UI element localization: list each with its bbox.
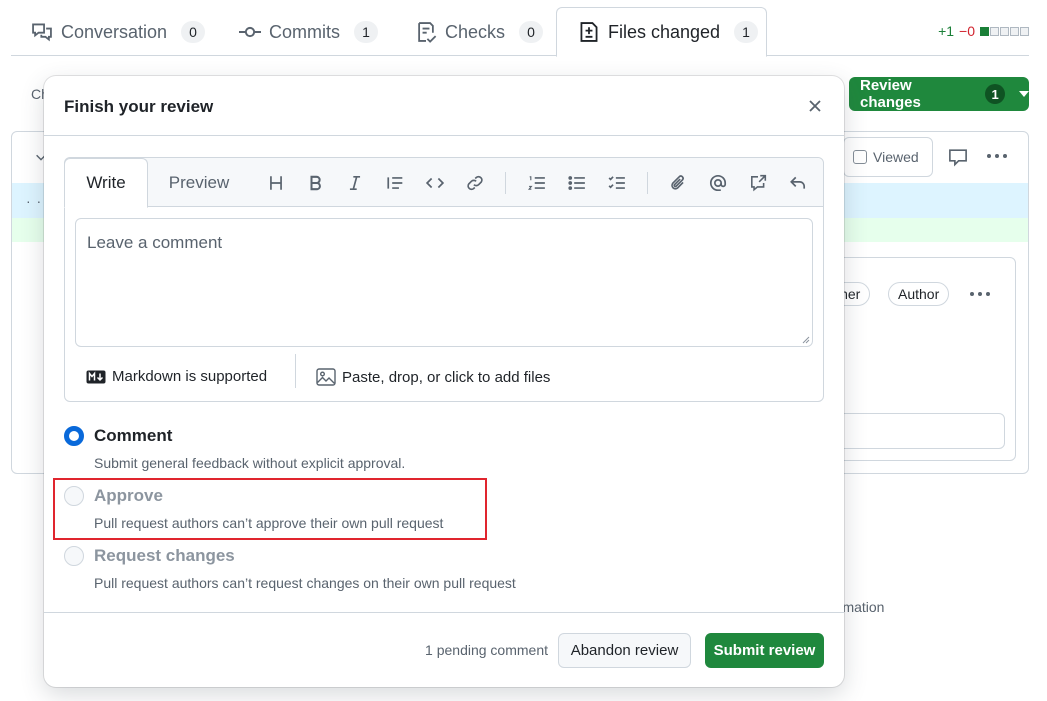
- diffstat-blocks: [980, 26, 1029, 36]
- option-request-changes-description: Pull request authors can’t request chang…: [94, 575, 516, 591]
- tab-conversation[interactable]: Conversation 0: [31, 8, 206, 56]
- toolbar-divider: [647, 172, 648, 194]
- viewed-checkbox[interactable]: Viewed: [843, 137, 933, 177]
- cross-reference-button[interactable]: [746, 171, 770, 195]
- resize-handle-icon[interactable]: [802, 336, 810, 344]
- tab-label: Checks: [445, 21, 506, 42]
- dialog-footer: 1 pending comment Abandon review Submit …: [44, 612, 844, 687]
- tab-label: Commits: [269, 21, 340, 42]
- markdown-link[interactable]: Markdown is supported: [86, 368, 267, 385]
- review-changes-button[interactable]: Review changes 1: [849, 77, 1029, 111]
- list-unordered-icon: [568, 176, 585, 190]
- dialog-header: Finish your review: [44, 76, 844, 136]
- markdown-icon: [86, 370, 106, 383]
- review-changes-count: 1: [985, 84, 1005, 104]
- dialog-title: Finish your review: [64, 97, 214, 116]
- list-ordered-icon: [528, 176, 545, 190]
- diffstat-additions: +1: [938, 23, 955, 39]
- tab-write[interactable]: Write: [64, 158, 148, 208]
- finish-review-dialog: Finish your review Write Preview Leave a…: [44, 76, 844, 687]
- viewed-label: Viewed: [873, 149, 919, 165]
- unordered-list-button[interactable]: [565, 171, 589, 195]
- link-icon: [467, 175, 483, 191]
- bold-icon: [310, 175, 321, 191]
- tab-label: Conversation: [61, 21, 168, 42]
- mention-button[interactable]: [706, 171, 730, 195]
- toolbar-divider: [505, 172, 506, 194]
- tab-count: 0: [519, 21, 544, 43]
- tab-files-changed[interactable]: Files changed 1: [556, 7, 767, 57]
- tab-checks[interactable]: Checks 0: [415, 8, 544, 56]
- pending-comment-count: 1 pending comment: [425, 642, 548, 658]
- tab-count: 1: [734, 21, 759, 43]
- markdown-note: Markdown is supported: [112, 368, 268, 385]
- heading-button[interactable]: [264, 171, 288, 195]
- saved-replies-button[interactable]: [786, 171, 810, 195]
- quote-button[interactable]: [383, 171, 407, 195]
- tasklist-icon: [608, 176, 625, 189]
- quote-icon: [387, 177, 403, 189]
- close-button[interactable]: [804, 95, 826, 117]
- mention-icon: [709, 174, 727, 192]
- option-comment-description: Submit general feedback without explicit…: [94, 455, 406, 471]
- option-comment-label: Comment: [94, 426, 173, 445]
- option-request-changes-label: Request changes: [94, 546, 235, 565]
- file-diff-icon: [580, 22, 598, 42]
- abandon-review-button[interactable]: Abandon review: [558, 633, 691, 668]
- diffstat: +1 −0: [938, 23, 1029, 39]
- triangle-down-icon: [1019, 91, 1029, 97]
- comment-placeholder: Leave a comment: [87, 233, 223, 252]
- radio-comment[interactable]: [64, 426, 84, 446]
- close-icon: [809, 100, 821, 112]
- tab-commits[interactable]: Commits 1: [239, 8, 378, 56]
- checkbox[interactable]: [853, 150, 867, 164]
- radio-request-changes: [64, 546, 84, 566]
- editor-footer: Markdown is supported Paste, drop, or cl…: [65, 354, 823, 402]
- code-button[interactable]: [423, 171, 447, 195]
- tab-preview[interactable]: Preview: [155, 158, 243, 207]
- task-list-button[interactable]: [605, 171, 629, 195]
- kebab-horizontal-icon[interactable]: [986, 148, 1008, 164]
- checklist-icon: [418, 22, 437, 43]
- italic-button[interactable]: [343, 171, 367, 195]
- author-badge: Author: [888, 282, 950, 306]
- italic-icon: [349, 175, 361, 191]
- tab-count: 1: [354, 21, 378, 43]
- commit-icon: [239, 26, 261, 38]
- kebab-horizontal-icon[interactable]: [969, 286, 991, 302]
- image-icon: [316, 368, 336, 386]
- attach-note: Paste, drop, or click to add files: [342, 368, 551, 386]
- comment-icon[interactable]: [948, 147, 968, 167]
- comment-discussion-icon: [32, 23, 52, 42]
- attach-files-link[interactable]: Paste, drop, or click to add files: [316, 368, 550, 386]
- attach-button[interactable]: [666, 171, 690, 195]
- cross-reference-icon: [751, 174, 767, 192]
- comment-editor: Write Preview Leave a comment Markdown i…: [64, 157, 824, 402]
- comment-textarea[interactable]: Leave a comment: [75, 218, 813, 347]
- tab-label: Files changed: [608, 21, 721, 42]
- diffstat-deletions: −0: [959, 23, 975, 39]
- heading-icon: [270, 176, 282, 190]
- pr-tab-bar: Conversation 0 Commits 1 Checks 0 Files …: [11, 0, 1029, 57]
- ordered-list-button[interactable]: [525, 171, 549, 195]
- bold-button[interactable]: [304, 171, 328, 195]
- reply-icon: [790, 176, 806, 189]
- submit-review-button[interactable]: Submit review: [705, 633, 824, 668]
- reply-input[interactable]: [820, 413, 1005, 449]
- expand-dots[interactable]: · ·: [26, 193, 42, 209]
- annotation-highlight-box: [53, 478, 487, 540]
- footer-divider: [295, 354, 296, 388]
- editor-toolbar: Write Preview: [64, 158, 823, 208]
- review-changes-label: Review changes: [860, 77, 921, 111]
- link-button[interactable]: [463, 171, 487, 195]
- paperclip-icon: [671, 175, 684, 190]
- tab-count: 0: [181, 21, 206, 43]
- code-icon: [426, 177, 444, 189]
